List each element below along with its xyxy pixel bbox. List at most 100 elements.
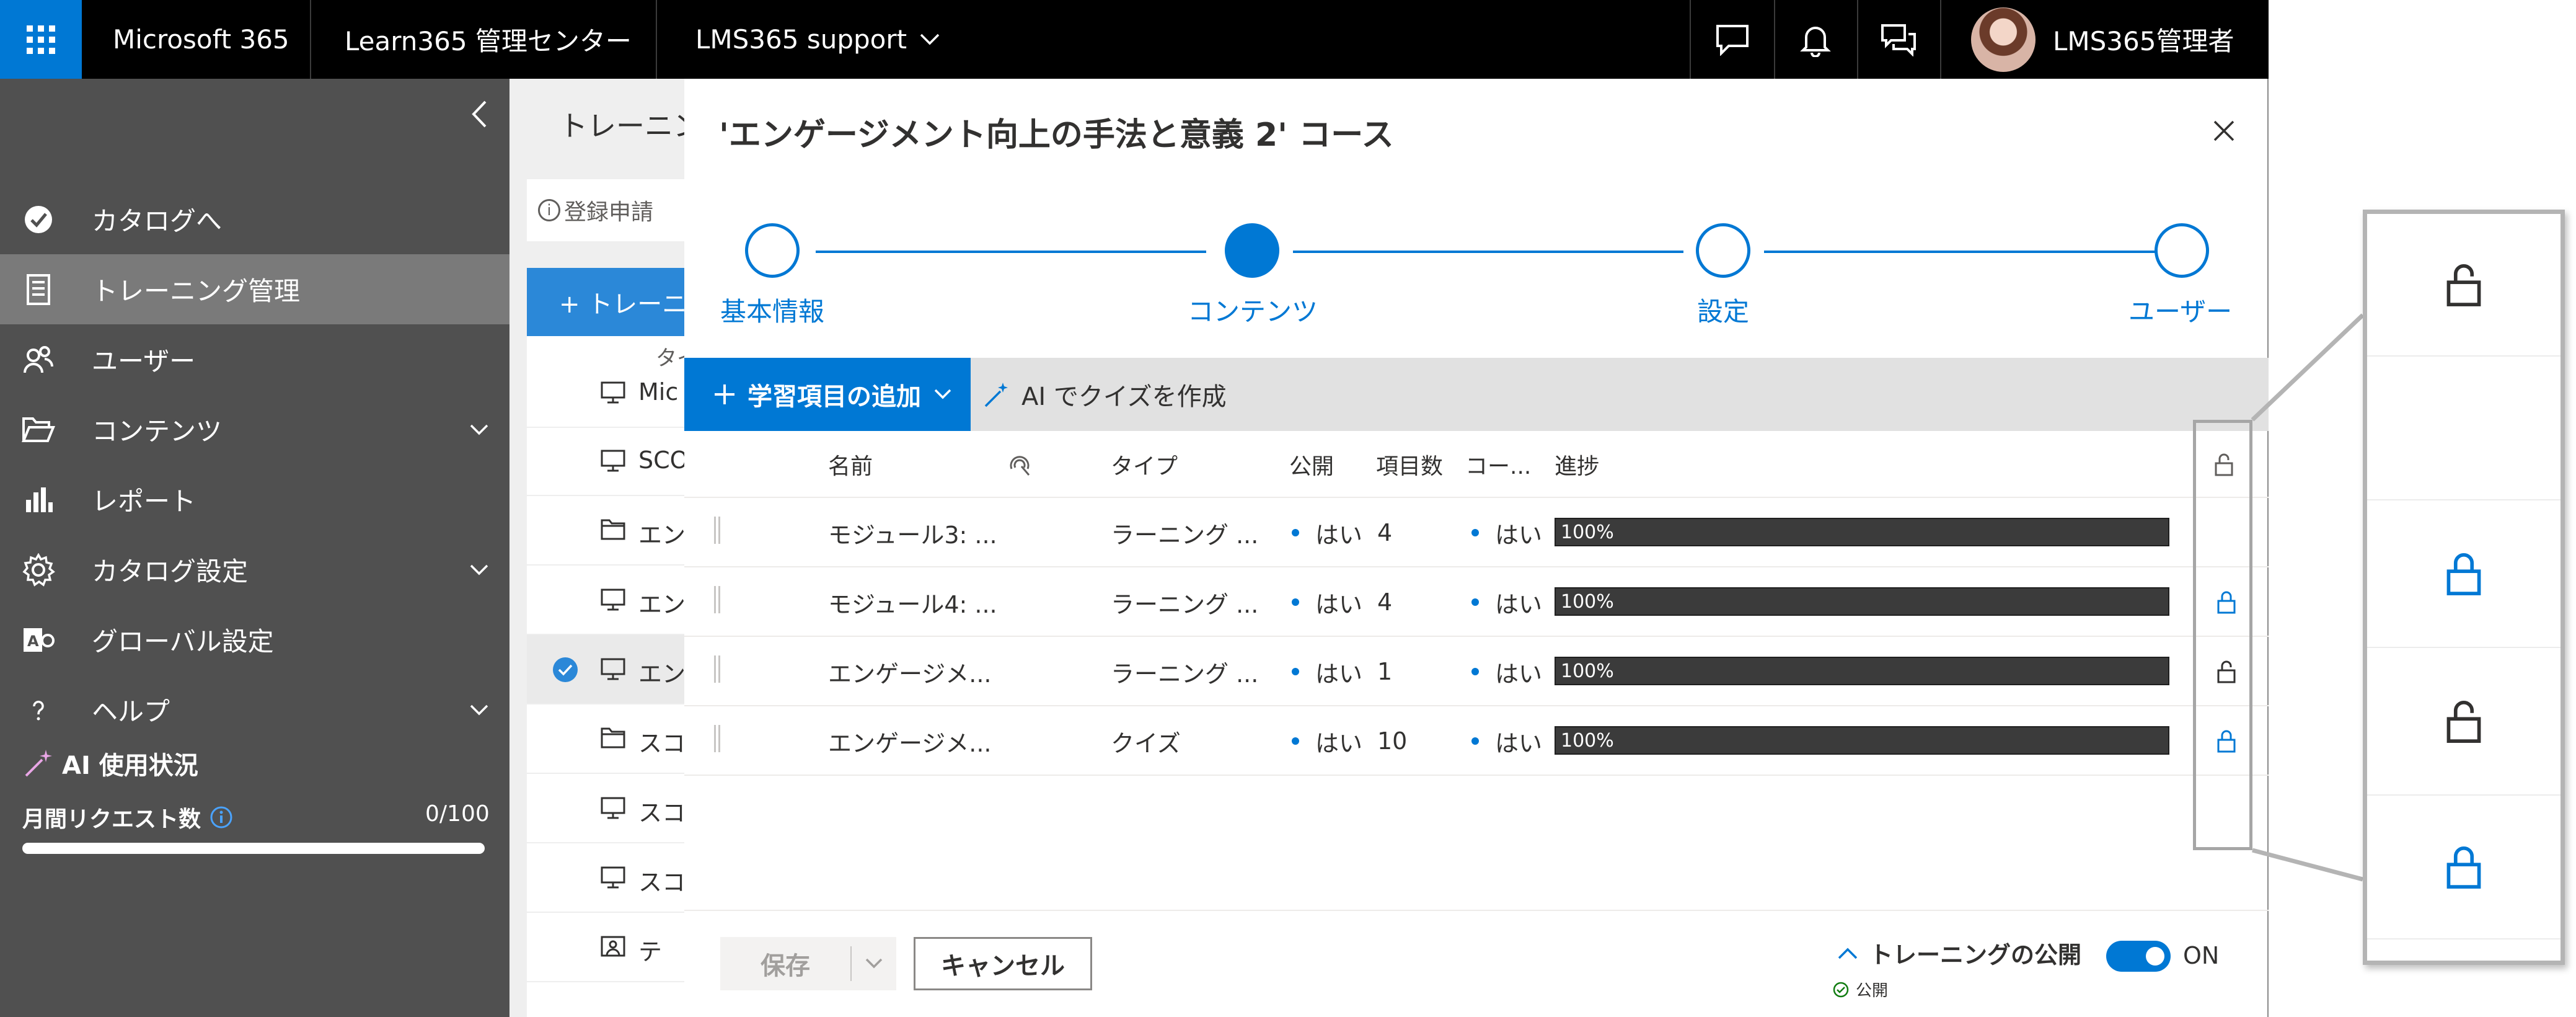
table-row[interactable]: エンゲージメ... ラーニング ... はい 1 はい 100% — [684, 637, 2269, 706]
close-button[interactable] — [2205, 112, 2243, 149]
row-type: ラーニング ... — [1111, 660, 1259, 688]
row-course: はい — [1471, 706, 1542, 776]
lock-column-highlight — [2193, 420, 2252, 850]
training-list-row[interactable]: エン — [527, 566, 684, 635]
avatar[interactable] — [1971, 7, 2036, 72]
monthly-requests-count: 0/100 — [425, 801, 490, 827]
feedback-button[interactable] — [1858, 0, 1939, 79]
info-icon[interactable] — [210, 806, 233, 829]
add-training-button[interactable]: + トレーニ — [527, 268, 684, 336]
training-list-row[interactable]: テ — [527, 913, 684, 982]
save-button[interactable]: 保存 — [720, 937, 896, 990]
users-icon — [20, 341, 57, 378]
chevron-down-icon — [464, 414, 495, 445]
training-management-page: トレーニン i 登録申請 + トレーニ タイ MicSCOエンエンエンスコスコス… — [509, 79, 684, 1017]
add-learning-item-button[interactable]: 学習項目の追加 — [684, 358, 971, 431]
publish-toggle[interactable] — [2106, 941, 2171, 972]
step-basic-info-circle[interactable] — [745, 223, 800, 278]
check-circle-icon — [1833, 982, 1849, 997]
plus-icon — [715, 384, 734, 404]
tenant-switcher[interactable]: LMS365 support — [695, 0, 940, 79]
chevron-down-icon — [464, 554, 495, 585]
sidebar-item-contents[interactable]: コンテンツ — [0, 394, 509, 464]
sidebar-item-help[interactable]: ヘルプ — [0, 675, 509, 745]
notifications-button[interactable] — [1775, 0, 1856, 79]
status-dot-icon — [1292, 529, 1299, 536]
admin-center-title[interactable]: Learn365 管理センター — [345, 0, 632, 79]
training-list-row[interactable]: エン — [527, 496, 684, 566]
row-name[interactable]: エンゲージメ... — [828, 706, 991, 776]
monitor-icon — [600, 381, 626, 406]
sidebar-item-label: トレーニング管理 — [92, 276, 301, 306]
row-course-value: はい — [1495, 521, 1543, 549]
table-row[interactable]: モジュール3: ... ラーニング ... はい 4 はい 100% — [684, 498, 2269, 567]
sidebar-item-users[interactable]: ユーザー — [0, 324, 509, 394]
publish-section-toggle[interactable]: トレーニングの公開 — [1837, 936, 2081, 970]
step-basic-info-label[interactable]: 基本情報 — [720, 291, 824, 329]
row-published: はい — [1292, 706, 1362, 776]
step-connector — [816, 251, 1206, 253]
table-row[interactable]: エンゲージメ... クイズ はい 10 はい 100% — [684, 706, 2269, 776]
sidebar-item-catalog-settings[interactable]: カタログ設定 — [0, 535, 509, 605]
column-header-name[interactable]: 名前 — [828, 431, 873, 498]
row-type: クイズ — [1111, 729, 1181, 757]
cancel-button[interactable]: キャンセル — [914, 937, 1092, 990]
column-header-ai[interactable] — [1007, 431, 1033, 498]
sidebar-item-label: グローバル設定 — [92, 626, 274, 657]
step-settings-circle[interactable] — [1696, 223, 1750, 278]
drag-handle-icon[interactable] — [714, 586, 720, 613]
step-settings-label[interactable]: 設定 — [1697, 291, 1749, 329]
step-users-label[interactable]: ユーザー — [2128, 291, 2232, 329]
column-header-type[interactable]: タイプ — [1111, 431, 1178, 498]
drag-handle-icon[interactable] — [714, 655, 720, 683]
feedback-icon — [1881, 24, 1916, 56]
table-row[interactable]: モジュール4: ... ラーニング ... はい 4 はい 100% — [684, 567, 2269, 637]
training-list-row-title: エン — [638, 522, 684, 549]
svg-text:A: A — [27, 633, 39, 650]
collapse-sidebar-button[interactable] — [464, 92, 495, 136]
sidebar-item-training[interactable]: トレーニング管理 — [0, 254, 509, 324]
training-list-row[interactable]: エン — [527, 635, 684, 704]
training-list-row[interactable]: SCO — [527, 427, 684, 496]
sidebar-item-label: カタログ設定 — [92, 556, 249, 587]
sidebar-item-label: ヘルプ — [92, 696, 170, 727]
monitor-icon — [600, 449, 626, 474]
row-name[interactable]: エンゲージメ... — [828, 637, 991, 706]
row-name[interactable]: モジュール4: ... — [828, 567, 997, 637]
monthly-requests-text: 月間リクエスト数 — [22, 807, 201, 832]
column-header-progress[interactable]: 進捗 — [1555, 431, 1599, 498]
chevron-down-icon[interactable] — [852, 957, 896, 970]
user-name[interactable]: LMS365管理者 — [2053, 0, 2234, 79]
sidebar-item-catalog[interactable]: カタログへ — [0, 184, 509, 254]
chat-icon — [1716, 24, 1749, 56]
step-users-circle[interactable] — [2155, 223, 2209, 278]
training-list-row[interactable]: Mic — [527, 358, 684, 428]
training-list-row[interactable]: スコ — [527, 843, 684, 913]
top-bar: Microsoft 365 Learn365 管理センター LMS365 sup… — [0, 0, 2269, 79]
row-item-count: 4 — [1377, 519, 1393, 546]
chat-button[interactable] — [1692, 0, 1773, 79]
app-name[interactable]: Microsoft 365 — [113, 0, 289, 79]
create-ai-quiz-label: AI でクイズを作成 — [1021, 383, 1227, 411]
check-icon[interactable] — [553, 657, 578, 682]
sidebar-item-label: コンテンツ — [92, 416, 223, 446]
app-launcher-button[interactable] — [0, 0, 82, 79]
command-bar: 学習項目の追加 AI でクイズを作成 — [684, 358, 2269, 431]
step-contents-circle[interactable] — [1225, 223, 1279, 278]
column-header-item-count[interactable]: 項目数 — [1376, 431, 1443, 498]
drag-handle-icon[interactable] — [714, 725, 720, 752]
training-list-row[interactable]: スコ — [527, 704, 684, 774]
sidebar-item-reports[interactable]: レポート — [0, 464, 509, 535]
folder-icon — [20, 411, 57, 448]
training-list-row[interactable]: スコ — [527, 774, 684, 843]
column-header-course[interactable]: コー... — [1465, 431, 1531, 498]
column-header-published[interactable]: 公開 — [1289, 431, 1334, 498]
training-list-row-title: スコ — [638, 799, 684, 827]
progress-bar: 100% — [1555, 518, 2169, 546]
sidebar-item-global-settings[interactable]: A グローバル設定 — [0, 605, 509, 675]
create-ai-quiz-button[interactable]: AI でクイズを作成 — [983, 358, 1227, 431]
drag-handle-icon[interactable] — [714, 517, 720, 544]
row-name[interactable]: モジュール3: ... — [828, 498, 997, 567]
row-item-count: 4 — [1377, 588, 1393, 616]
step-contents-label[interactable]: コンテンツ — [1188, 291, 1318, 329]
